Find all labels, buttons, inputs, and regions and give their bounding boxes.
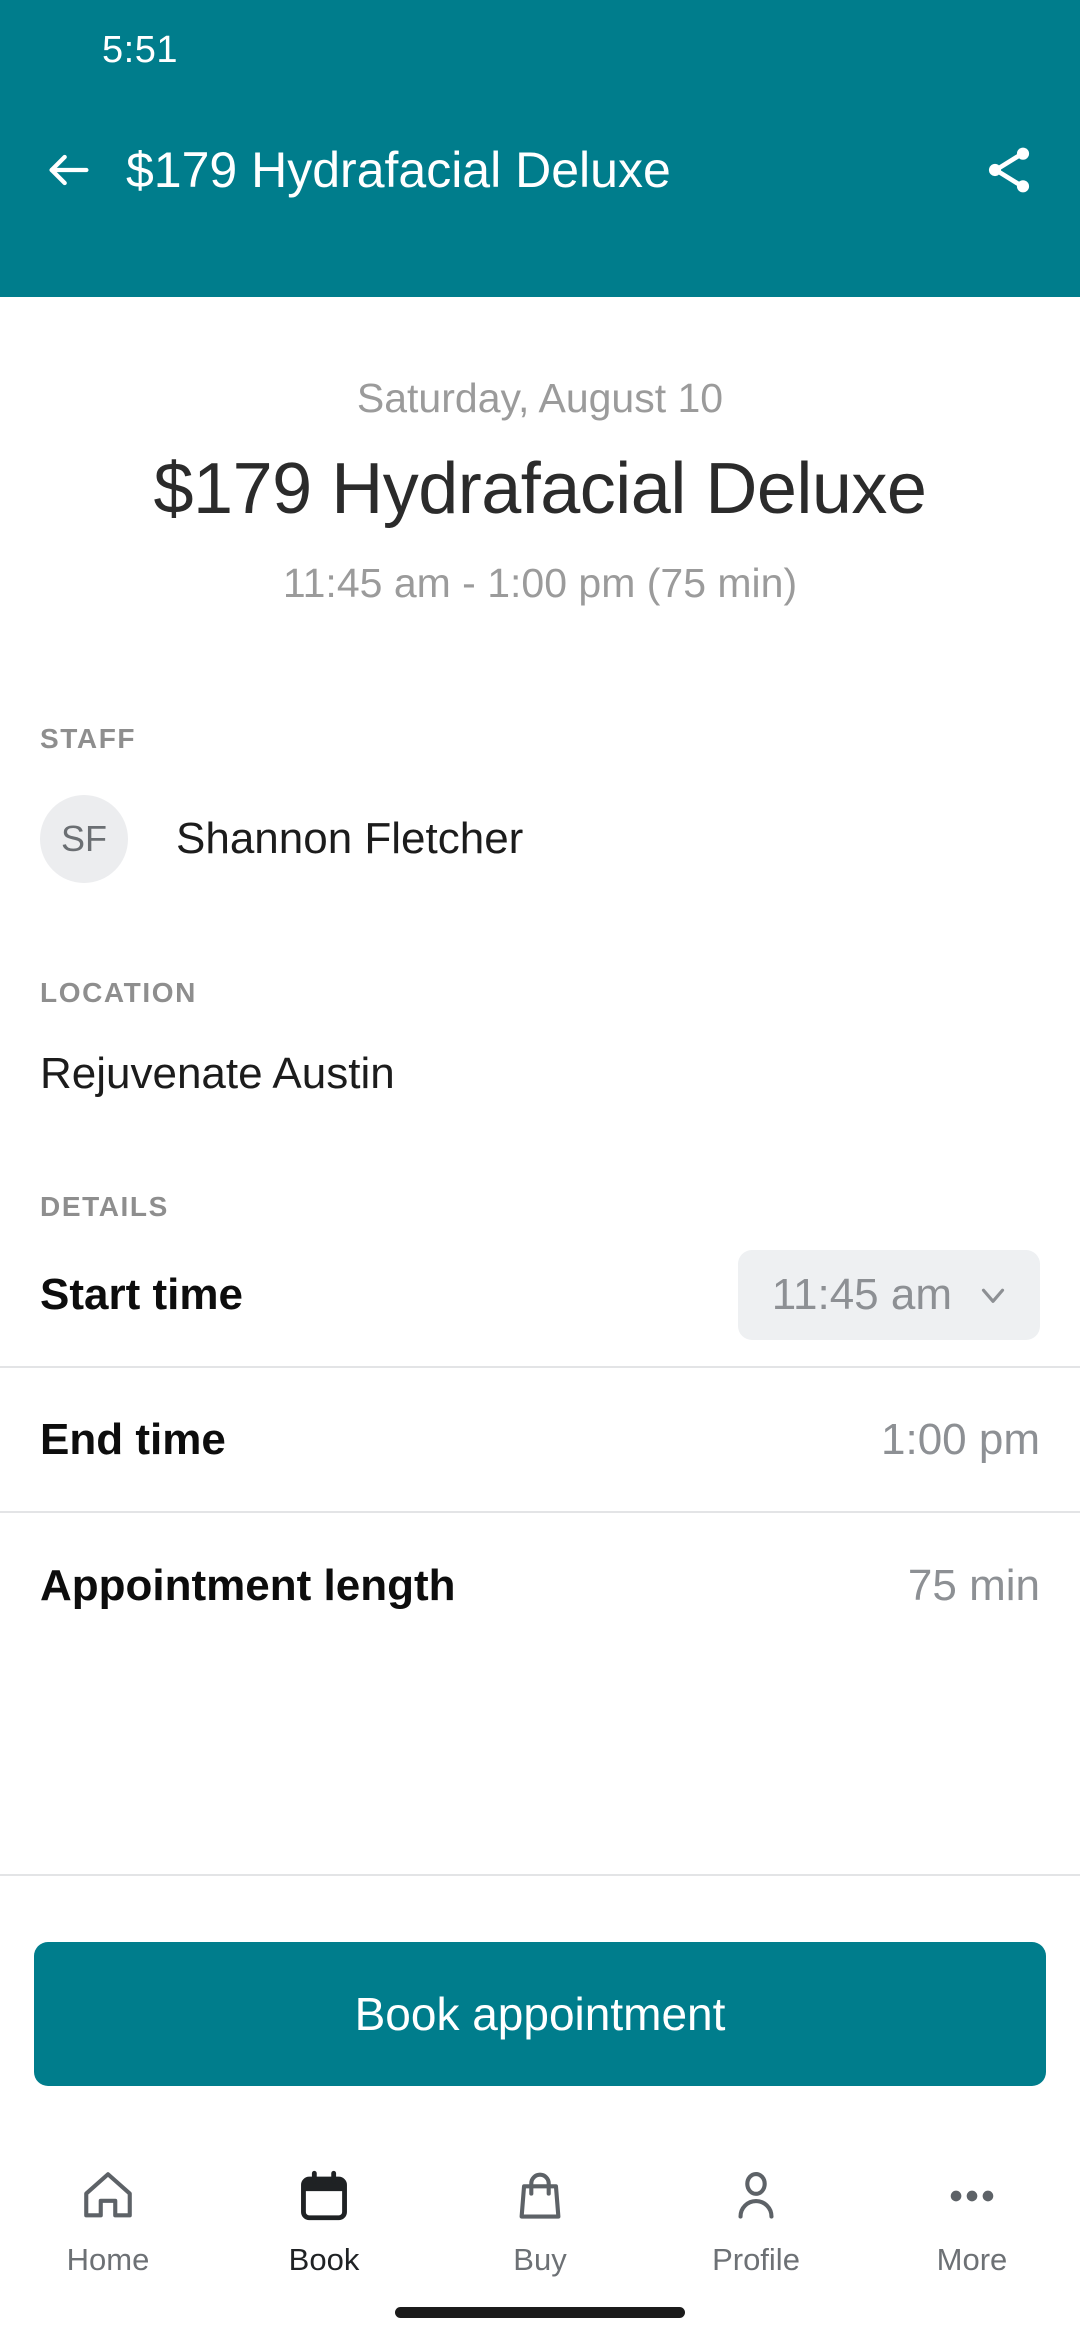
detail-row: End time 1:00 pm bbox=[0, 1368, 1080, 1513]
tab-home[interactable]: Home bbox=[0, 2164, 216, 2278]
app-bar-title: $179 Hydrafacial Deluxe bbox=[126, 142, 671, 198]
tab-more[interactable]: More bbox=[864, 2164, 1080, 2278]
appointment-detail-screen: 5:51 $179 Hydrafacial Deluxe Saturday, A… bbox=[0, 0, 1080, 2340]
app-bar: $179 Hydrafacial Deluxe bbox=[0, 100, 1080, 297]
status-bar-clock: 5:51 bbox=[102, 28, 178, 71]
start-time-dropdown[interactable]: 11:45 am bbox=[737, 1249, 1040, 1340]
appointment-date: Saturday, August 10 bbox=[356, 375, 724, 421]
calendar-icon bbox=[295, 2164, 353, 2228]
tab-more-label: More bbox=[936, 2242, 1008, 2277]
shopping-bag-icon bbox=[511, 2164, 569, 2228]
cta-container: Book appointment bbox=[0, 1874, 1080, 2146]
tab-home-label: Home bbox=[66, 2242, 150, 2277]
details-section-label: DETAILS bbox=[40, 1191, 169, 1222]
detail-row: Start time 11:45 am bbox=[0, 1223, 1080, 1368]
staff-section: STAFF SF Shannon Fletcher bbox=[0, 723, 1080, 883]
book-appointment-button[interactable]: Book appointment bbox=[34, 1942, 1046, 2086]
tab-buy-label: Buy bbox=[513, 2242, 567, 2277]
detail-scroll-area[interactable]: Saturday, August 10 $179 Hydrafacial Del… bbox=[0, 297, 1080, 1874]
tab-book-label: Book bbox=[288, 2242, 360, 2277]
arrow-left-icon bbox=[43, 144, 95, 196]
staff-name: Shannon Fletcher bbox=[176, 814, 524, 863]
share-button[interactable] bbox=[976, 137, 1042, 203]
status-bar: 5:51 bbox=[0, 0, 1080, 100]
home-icon bbox=[79, 2164, 137, 2228]
staff-row[interactable]: SF Shannon Fletcher bbox=[0, 795, 1080, 883]
tab-profile[interactable]: Profile bbox=[648, 2164, 864, 2278]
ellipsis-icon bbox=[943, 2164, 1001, 2228]
location-value: Rejuvenate Austin bbox=[40, 1049, 395, 1098]
appointment-length-value: 75 min bbox=[907, 1560, 1040, 1610]
home-indicator bbox=[395, 2307, 685, 2318]
share-icon bbox=[981, 142, 1037, 198]
staff-section-label: STAFF bbox=[40, 723, 137, 754]
appointment-title: $179 Hydrafacial Deluxe bbox=[153, 449, 927, 529]
tab-buy[interactable]: Buy bbox=[432, 2164, 648, 2278]
location-section: LOCATION Rejuvenate Austin bbox=[0, 977, 1080, 1099]
appointment-hero: Saturday, August 10 $179 Hydrafacial Del… bbox=[0, 297, 1080, 607]
tab-book[interactable]: Book bbox=[216, 2164, 432, 2278]
appointment-length-label: Appointment length bbox=[40, 1560, 456, 1610]
appointment-time-range: 11:45 am - 1:00 pm (75 min) bbox=[282, 560, 798, 606]
end-time-value: 1:00 pm bbox=[881, 1414, 1040, 1464]
end-time-label: End time bbox=[40, 1414, 226, 1464]
chevron-down-icon bbox=[974, 1276, 1012, 1314]
tab-profile-label: Profile bbox=[712, 2242, 800, 2277]
detail-row: Appointment length 75 min bbox=[0, 1513, 1080, 1658]
start-time-value: 11:45 am bbox=[771, 1269, 952, 1319]
details-section: DETAILS Start time 11:45 am End time 1:0… bbox=[0, 1191, 1080, 1658]
person-icon bbox=[727, 2164, 785, 2228]
avatar: SF bbox=[40, 795, 128, 883]
location-section-label: LOCATION bbox=[40, 977, 197, 1008]
back-button[interactable] bbox=[40, 141, 98, 199]
start-time-label: Start time bbox=[40, 1269, 243, 1319]
